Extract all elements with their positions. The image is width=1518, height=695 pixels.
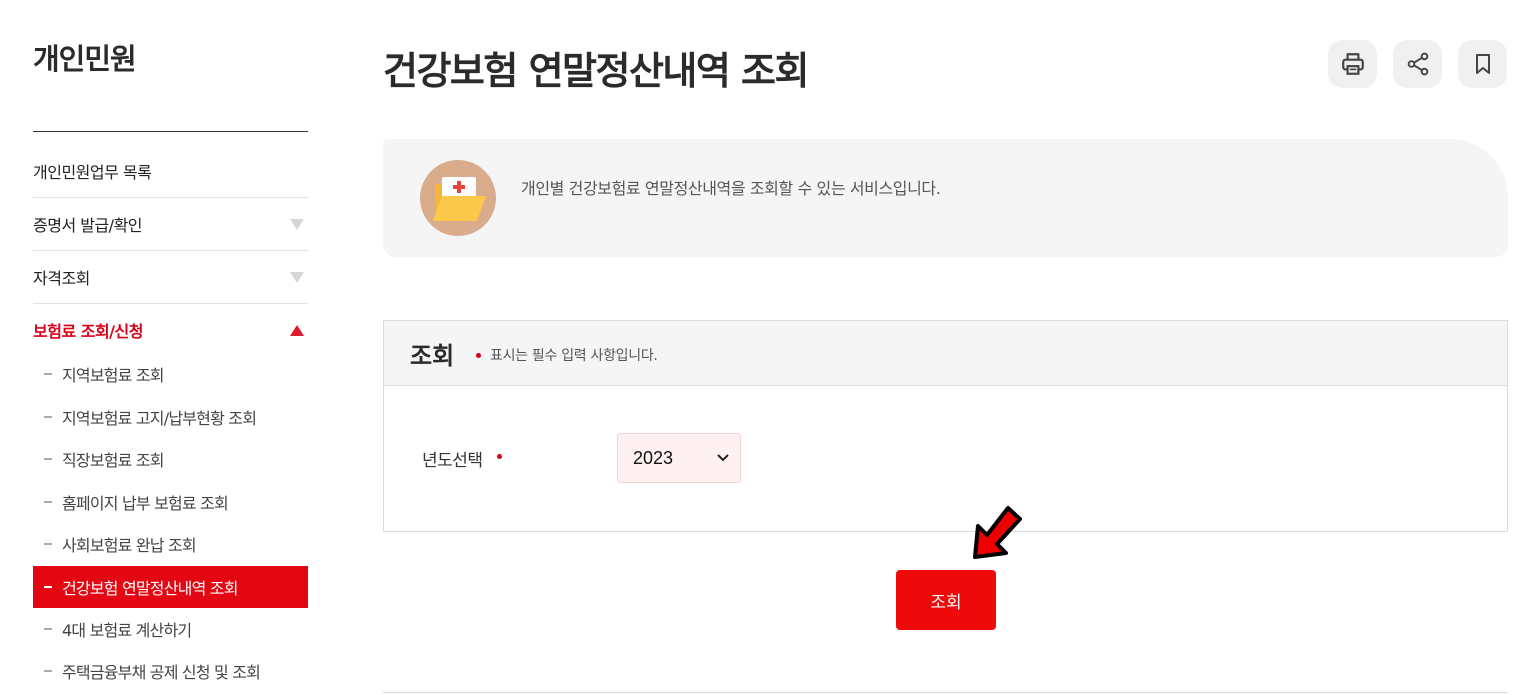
- submenu-item[interactable]: 지역보험료 조회: [33, 353, 308, 396]
- page-title: 건강보험 연말정산내역 조회: [383, 49, 809, 93]
- expand-down-icon: [290, 271, 304, 283]
- intro-description: 개인별 건강보험료 연말정산내역을 조회할 수 있는 서비스입니다.: [521, 179, 941, 198]
- dash-icon: [44, 585, 52, 588]
- bookmark-button[interactable]: [1458, 40, 1507, 88]
- share-button[interactable]: [1393, 40, 1442, 88]
- submenu-item[interactable]: 홈페이지 납부 보험료 조회: [33, 481, 308, 524]
- submenu-label: 4대 보험료 계산하기: [62, 620, 192, 640]
- dash-icon: [44, 500, 52, 503]
- sidebar-divider: [33, 131, 308, 132]
- service-intro: 개인별 건강보험료 연말정산내역을 조회할 수 있는 서비스입니다.: [383, 139, 1508, 257]
- sidebar-item-service-list[interactable]: 개인민원업무 목록: [33, 145, 308, 198]
- dash-icon: [44, 627, 52, 630]
- sidebar-submenu: 지역보험료 조회 지역보험료 고지/납부현황 조회 직장보험료 조회 홈페이지 …: [33, 353, 308, 693]
- sidebar-item-label: 자격조회: [33, 269, 90, 288]
- collapse-up-icon: [290, 324, 304, 336]
- divider: [383, 692, 1508, 693]
- search-panel: 조회 표시는 필수 입력 사항입니다. 년도선택 2023: [383, 320, 1508, 532]
- sidebar-menu: 개인민원업무 목록 증명서 발급/확인 자격조회 보험료 조회/신청: [33, 145, 308, 356]
- sidebar-item-certificates[interactable]: 증명서 발급/확인: [33, 198, 308, 251]
- bookmark-icon: [1475, 54, 1490, 74]
- submenu-label: 건강보험 연말정산내역 조회: [62, 578, 238, 598]
- sidebar-item-label: 개인민원업무 목록: [33, 163, 152, 182]
- required-note: 표시는 필수 입력 사항입니다.: [490, 348, 658, 364]
- dash-icon: [44, 458, 52, 461]
- pointer-arrow-icon: [973, 506, 1022, 559]
- year-label-text: 년도선택: [422, 451, 483, 471]
- submenu-item[interactable]: 4대 보험료 계산하기: [33, 608, 308, 651]
- submenu-label: 지역보험료 고지/납부현황 조회: [62, 408, 257, 428]
- submenu-item-current[interactable]: 건강보험 연말정산내역 조회: [33, 565, 308, 608]
- medical-folder-icon: [420, 160, 496, 236]
- sidebar-item-label: 증명서 발급/확인: [33, 216, 143, 235]
- sidebar-title: 개인민원: [33, 42, 137, 76]
- sidebar-item-label: 보험료 조회/신청: [33, 322, 143, 341]
- submenu-label: 사회보험료 완납 조회: [62, 536, 197, 556]
- submenu-item[interactable]: 직장보험료 조회: [33, 438, 308, 481]
- submenu-label: 지역보험료 조회: [62, 366, 165, 386]
- submenu-item[interactable]: 주택금융부채 공제 신청 및 조회: [33, 650, 308, 693]
- submenu-item[interactable]: 사회보험료 완납 조회: [33, 523, 308, 566]
- required-dot-icon: [476, 353, 481, 358]
- search-submit-button[interactable]: 조회: [896, 570, 996, 630]
- dash-icon: [44, 543, 52, 546]
- dash-icon: [44, 670, 52, 673]
- dash-icon: [44, 373, 52, 376]
- print-button[interactable]: [1328, 40, 1377, 88]
- dash-icon: [44, 415, 52, 418]
- panel-header: 조회 표시는 필수 입력 사항입니다.: [384, 321, 1507, 386]
- submenu-label: 홈페이지 납부 보험료 조회: [62, 493, 229, 513]
- expand-down-icon: [290, 218, 304, 230]
- year-label: 년도선택: [422, 446, 483, 471]
- year-select[interactable]: 2023: [617, 433, 741, 483]
- share-icon: [1407, 52, 1428, 76]
- submenu-label: 주택금융부채 공제 신청 및 조회: [62, 663, 261, 683]
- submenu-item[interactable]: 지역보험료 고지/납부현황 조회: [33, 396, 308, 439]
- sidebar-item-eligibility[interactable]: 자격조회: [33, 251, 308, 304]
- print-icon: [1341, 53, 1364, 75]
- panel-title: 조회: [410, 342, 455, 370]
- year-select-value: 2023: [633, 447, 674, 468]
- required-dot-icon: [497, 454, 502, 459]
- sidebar-item-premium[interactable]: 보험료 조회/신청: [33, 304, 308, 356]
- submenu-label: 직장보험료 조회: [62, 451, 165, 471]
- chevron-down-icon: [717, 454, 729, 462]
